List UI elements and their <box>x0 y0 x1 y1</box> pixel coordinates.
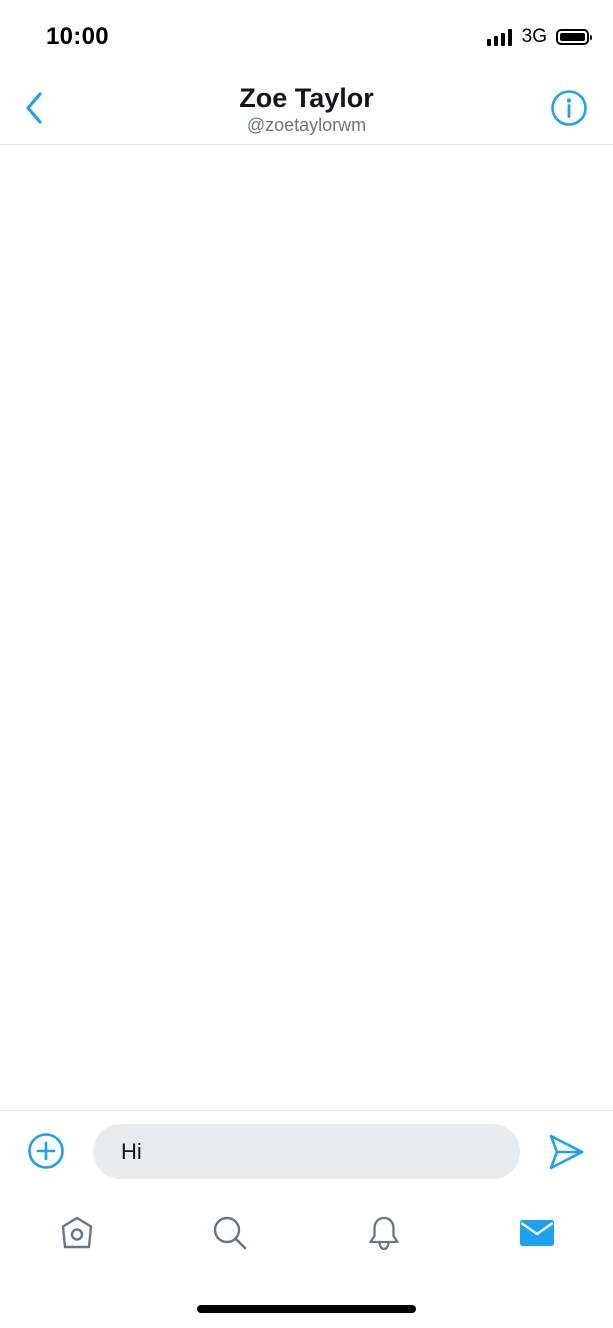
tab-home[interactable] <box>49 1205 105 1261</box>
tab-messages[interactable] <box>509 1205 565 1261</box>
send-icon <box>549 1134 584 1170</box>
status-bar: 10:00 3G <box>0 0 613 76</box>
tab-search[interactable] <box>202 1205 258 1261</box>
messages-envelope-icon <box>520 1220 554 1246</box>
notifications-bell-icon <box>369 1216 399 1251</box>
send-button[interactable] <box>545 1131 587 1173</box>
status-time: 10:00 <box>46 23 109 50</box>
home-indicator[interactable] <box>197 1305 416 1313</box>
tab-bar <box>0 1195 613 1270</box>
add-media-button[interactable] <box>26 1131 66 1171</box>
network-type: 3G <box>521 26 547 47</box>
user-handle: @zoetaylorwm <box>246 115 367 135</box>
battery-icon <box>556 29 592 45</box>
home-icon <box>61 1216 93 1249</box>
tab-notifications[interactable] <box>356 1205 412 1261</box>
info-button[interactable] <box>549 88 589 128</box>
conversation-header: Zoe Taylor @zoetaylorwm <box>0 76 613 145</box>
page-title: Zoe Taylor <box>239 83 374 113</box>
status-indicators: 3G <box>486 26 592 48</box>
info-icon <box>551 90 587 126</box>
message-thread <box>0 145 613 1110</box>
header-title-block[interactable]: Zoe Taylor @zoetaylorwm <box>0 82 613 136</box>
signal-icon <box>486 28 515 46</box>
message-input[interactable] <box>93 1124 520 1179</box>
add-media-icon <box>28 1133 64 1169</box>
search-icon <box>213 1216 247 1250</box>
message-composer <box>0 1110 613 1193</box>
